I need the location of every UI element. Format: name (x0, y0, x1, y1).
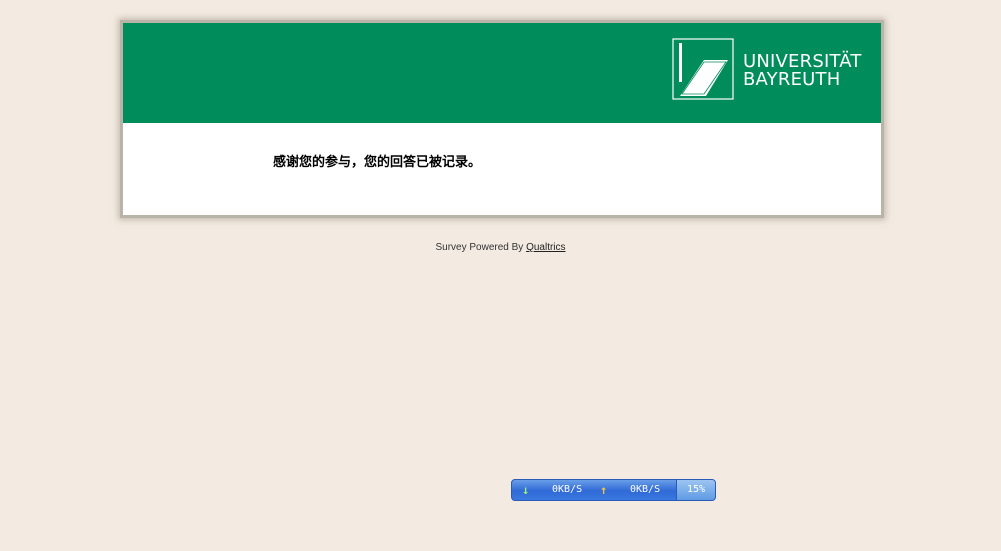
logo-line-2: BAYREUTH (743, 69, 841, 90)
network-speed-widget[interactable]: ↓ 0KB/S ↑ 0KB/S 15% (511, 479, 716, 501)
arrow-up-icon: ↑ (600, 483, 608, 497)
arrow-down-icon: ↓ (522, 483, 530, 497)
survey-panel: UNIVERSITÄT BAYREUTH 感谢您的参与，您的回答已被记录。 (120, 20, 884, 218)
header-banner: UNIVERSITÄT BAYREUTH (123, 23, 881, 123)
end-of-survey-message: 感谢您的参与，您的回答已被记录。 (273, 155, 482, 170)
footer-powered-by: Survey Powered By (435, 242, 524, 253)
university-logo-icon (672, 38, 734, 100)
download-speed: 0KB/S (552, 484, 583, 495)
qualtrics-link[interactable]: Qualtrics (526, 242, 565, 253)
university-logo-text: UNIVERSITÄT BAYREUTH (743, 53, 862, 89)
usage-percent: 15% (676, 480, 715, 500)
upload-speed: 0KB/S (630, 484, 661, 495)
footer: Survey Powered By Qualtrics (0, 242, 1001, 253)
survey-content: 感谢您的参与，您的回答已被记录。 (123, 123, 881, 215)
